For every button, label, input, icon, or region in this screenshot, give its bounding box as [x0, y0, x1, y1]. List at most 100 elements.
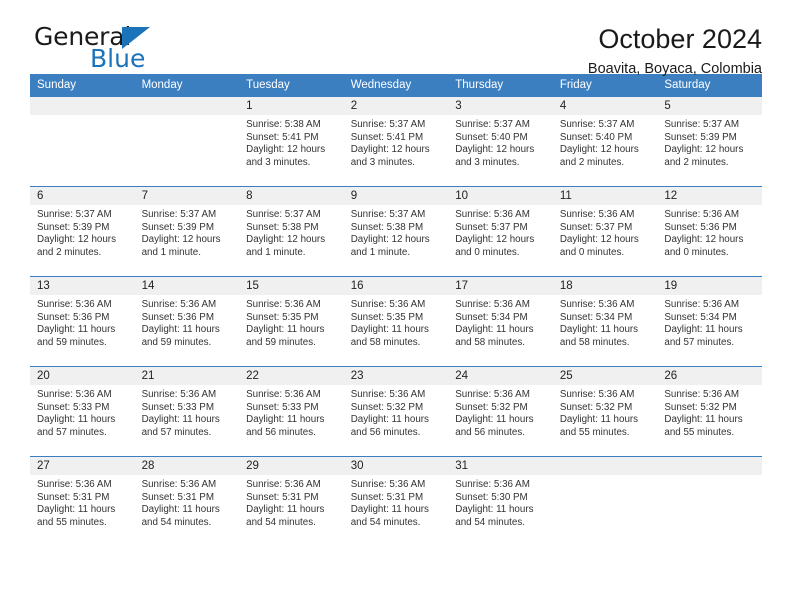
day-number: 13 — [30, 277, 135, 295]
calendar-day-cell[interactable]: 1 Sunrise: 5:38 AM Sunset: 5:41 PM Daylight… — [239, 96, 344, 187]
day-details: Sunrise: 5:36 AM Sunset: 5:32 PM Daylight:… — [448, 385, 553, 439]
calendar-day-cell[interactable]: 3 Sunrise: 5:37 AM Sunset: 5:40 PM Daylight… — [448, 96, 553, 187]
day-number: 7 — [134, 187, 240, 205]
daylight-duration-line1: Daylight: 11 hours — [664, 324, 743, 336]
calendar-day-cell[interactable]: 28 Sunrise: 5:36 AM Sunset: 5:31 PM Dayligh… — [134, 456, 240, 547]
calendar-day-cell[interactable]: 10 Sunrise: 5:36 AM Sunset: 5:37 PM Dayligh… — [448, 186, 553, 277]
sunrise-time: Sunrise: 5:36 AM — [141, 299, 217, 310]
sunrise-time: Sunrise: 5:36 AM — [455, 389, 530, 400]
daylight-duration-line2: and 54 minutes. — [246, 516, 316, 528]
calendar-day-cell[interactable]: 21 Sunrise: 5:36 AM Sunset: 5:33 PM Dayligh… — [134, 366, 240, 457]
sunset-time: Sunset: 5:39 PM — [141, 221, 214, 233]
calendar-day-cell[interactable]: 9 Sunrise: 5:37 AM Sunset: 5:38 PM Daylight… — [343, 186, 449, 277]
day-number: 25 — [552, 367, 658, 385]
day-details: Sunrise: 5:37 AM Sunset: 5:40 PM Daylight:… — [448, 115, 553, 169]
calendar-day-cell[interactable]: 23 Sunrise: 5:36 AM Sunset: 5:32 PM Dayligh… — [343, 366, 449, 457]
sunset-time: Sunset: 5:36 PM — [37, 311, 110, 323]
logo-text-blue: Blue — [90, 44, 146, 73]
daylight-duration-line2: and 57 minutes. — [37, 426, 107, 438]
calendar-day-cell[interactable]: 18 Sunrise: 5:36 AM Sunset: 5:34 PM Dayligh… — [552, 276, 658, 367]
daylight-duration-line2: and 55 minutes. — [37, 516, 107, 528]
weekday-header-tuesday: Tuesday — [239, 74, 344, 97]
daylight-duration-line1: Daylight: 11 hours — [246, 504, 325, 516]
calendar-day-cell[interactable]: 11 Sunrise: 5:36 AM Sunset: 5:37 PM Dayligh… — [552, 186, 658, 277]
calendar-day-cell[interactable]: 2 Sunrise: 5:37 AM Sunset: 5:41 PM Daylight… — [343, 96, 449, 187]
sunset-time: Sunset: 5:36 PM — [664, 221, 737, 233]
calendar-day-cell[interactable]: 22 Sunrise: 5:36 AM Sunset: 5:33 PM Dayligh… — [239, 366, 344, 457]
calendar-day-cell[interactable]: 8 Sunrise: 5:37 AM Sunset: 5:38 PM Daylight… — [239, 186, 344, 277]
calendar-day-cell[interactable]: 24 Sunrise: 5:36 AM Sunset: 5:32 PM Dayligh… — [448, 366, 553, 457]
calendar-day-cell[interactable]: 6 Sunrise: 5:37 AM Sunset: 5:39 PM Daylight… — [30, 186, 135, 277]
sunrise-time: Sunrise: 5:36 AM — [350, 389, 426, 400]
calendar-day-cell[interactable]: 19 Sunrise: 5:36 AM Sunset: 5:34 PM Dayligh… — [657, 276, 762, 367]
day-number: 30 — [343, 457, 449, 475]
daylight-duration-line2: and 57 minutes. — [141, 426, 212, 438]
weekday-header-friday: Friday — [552, 74, 658, 97]
day-number: 4 — [552, 97, 658, 115]
calendar-day-cell[interactable]: 26 Sunrise: 5:36 AM Sunset: 5:32 PM Dayligh… — [657, 366, 762, 457]
calendar-day-cell[interactable]: 5 Sunrise: 5:37 AM Sunset: 5:39 PM Daylight… — [657, 96, 762, 187]
daylight-duration-line1: Daylight: 11 hours — [455, 504, 534, 516]
day-number: 24 — [448, 367, 553, 385]
calendar-day-cell[interactable]: 25 Sunrise: 5:36 AM Sunset: 5:32 PM Dayligh… — [552, 366, 658, 457]
sunrise-time: Sunrise: 5:37 AM — [246, 209, 321, 220]
daylight-duration-line2: and 2 minutes. — [559, 156, 625, 168]
day-details: Sunrise: 5:36 AM Sunset: 5:31 PM Daylight:… — [30, 475, 135, 529]
calendar-day-cell[interactable]: 15 Sunrise: 5:36 AM Sunset: 5:35 PM Dayligh… — [239, 276, 344, 367]
daylight-duration-line1: Daylight: 12 hours — [455, 144, 535, 156]
day-number: 9 — [343, 187, 449, 205]
calendar-week-row: 20 Sunrise: 5:36 AM Sunset: 5:33 PM Dayligh… — [30, 366, 762, 457]
daylight-duration-line1: Daylight: 11 hours — [559, 324, 639, 336]
general-blue-logo[interactable]: General Blue — [30, 22, 160, 74]
day-details: Sunrise: 5:37 AM Sunset: 5:38 PM Daylight:… — [239, 205, 344, 259]
sunset-time: Sunset: 5:37 PM — [455, 221, 528, 233]
sunrise-time: Sunrise: 5:36 AM — [664, 389, 739, 400]
sunset-time: Sunset: 5:31 PM — [350, 491, 424, 503]
daylight-duration-line2: and 55 minutes. — [559, 426, 630, 438]
day-number: 11 — [552, 187, 658, 205]
daylight-duration-line2: and 3 minutes. — [246, 156, 311, 168]
daylight-duration-line2: and 56 minutes. — [350, 426, 421, 438]
calendar-day-cell[interactable]: 20 Sunrise: 5:36 AM Sunset: 5:33 PM Dayligh… — [30, 366, 135, 457]
sunset-time: Sunset: 5:40 PM — [455, 131, 528, 143]
calendar-day-cell[interactable]: 12 Sunrise: 5:36 AM Sunset: 5:36 PM Dayligh… — [657, 186, 762, 277]
weekday-header-sunday: Sunday — [30, 74, 135, 97]
sunrise-sunset-calendar: Sunday Monday Tuesday Wednesday Thursday… — [30, 74, 762, 547]
calendar-day-cell[interactable]: 7 Sunrise: 5:37 AM Sunset: 5:39 PM Daylight… — [134, 186, 240, 277]
sunrise-time: Sunrise: 5:36 AM — [246, 299, 321, 310]
daylight-duration-line1: Daylight: 11 hours — [37, 324, 116, 336]
calendar-day-cell[interactable]: 29 Sunrise: 5:36 AM Sunset: 5:31 PM Dayligh… — [239, 456, 344, 547]
calendar-day-cell[interactable]: 30 Sunrise: 5:36 AM Sunset: 5:31 PM Dayligh… — [343, 456, 449, 547]
day-details: Sunrise: 5:36 AM Sunset: 5:33 PM Daylight:… — [135, 385, 240, 439]
day-details: Sunrise: 5:36 AM Sunset: 5:36 PM Daylight:… — [135, 295, 240, 349]
sunrise-time: Sunrise: 5:36 AM — [664, 209, 739, 220]
daylight-duration-line1: Daylight: 11 hours — [37, 504, 116, 516]
calendar-day-cell[interactable]: 27 Sunrise: 5:36 AM Sunset: 5:31 PM Dayligh… — [30, 456, 135, 547]
daylight-duration-line1: Daylight: 11 hours — [350, 324, 429, 336]
calendar-day-cell-empty — [657, 456, 762, 547]
calendar-day-cell[interactable]: 14 Sunrise: 5:36 AM Sunset: 5:36 PM Dayligh… — [134, 276, 240, 367]
day-number: 26 — [657, 367, 762, 385]
day-number: 17 — [448, 277, 553, 295]
daylight-duration-line2: and 59 minutes. — [37, 336, 107, 348]
day-number: 28 — [134, 457, 240, 475]
calendar-day-cell[interactable]: 17 Sunrise: 5:36 AM Sunset: 5:34 PM Dayligh… — [448, 276, 553, 367]
weekday-header-saturday: Saturday — [657, 74, 762, 97]
day-number: 23 — [343, 367, 449, 385]
sunset-time: Sunset: 5:34 PM — [455, 311, 528, 323]
daylight-duration-line2: and 0 minutes. — [664, 246, 729, 258]
day-number: 27 — [30, 457, 135, 475]
daylight-duration-line1: Daylight: 11 hours — [350, 504, 429, 516]
sunrise-time: Sunrise: 5:37 AM — [455, 119, 530, 130]
daylight-duration-line1: Daylight: 11 hours — [141, 414, 220, 426]
day-number: 18 — [552, 277, 658, 295]
daylight-duration-line1: Daylight: 11 hours — [559, 414, 639, 426]
calendar-day-cell[interactable]: 16 Sunrise: 5:36 AM Sunset: 5:35 PM Dayligh… — [343, 276, 449, 367]
day-details: Sunrise: 5:36 AM Sunset: 5:31 PM Daylight:… — [239, 475, 344, 529]
sunrise-time: Sunrise: 5:36 AM — [37, 479, 112, 490]
sunset-time: Sunset: 5:35 PM — [350, 311, 424, 323]
sunset-time: Sunset: 5:31 PM — [246, 491, 319, 503]
calendar-day-cell[interactable]: 4 Sunrise: 5:37 AM Sunset: 5:40 PM Daylight… — [552, 96, 658, 187]
calendar-day-cell[interactable]: 13 Sunrise: 5:36 AM Sunset: 5:36 PM Dayligh… — [30, 276, 135, 367]
calendar-day-cell[interactable]: 31 Sunrise: 5:36 AM Sunset: 5:30 PM Dayligh… — [448, 456, 553, 547]
